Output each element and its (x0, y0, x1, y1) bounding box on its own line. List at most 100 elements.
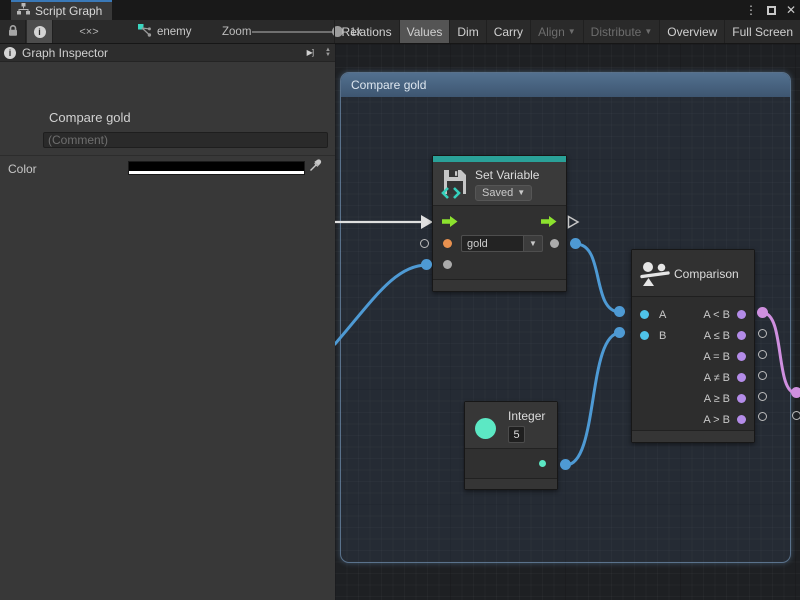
connection-dot[interactable] (757, 307, 768, 318)
output-a-eq-b-port[interactable] (737, 352, 746, 361)
value-out-port[interactable] (550, 239, 559, 248)
button-label: Distribute (591, 25, 642, 39)
color-label: Color (8, 162, 37, 176)
button-label: Overview (667, 25, 717, 39)
color-value-swatch (129, 162, 304, 171)
connection-dot[interactable] (614, 327, 625, 338)
connection-dot[interactable] (560, 459, 571, 470)
input-a-label: A (659, 309, 666, 321)
lock-icon (7, 24, 19, 40)
connection-dot[interactable] (614, 306, 625, 317)
unconnected-port-circle[interactable] (758, 371, 767, 380)
comparison-row: B A ≤ B (632, 325, 754, 346)
flow-out-port[interactable] (541, 214, 557, 232)
toolbar-button-distribute[interactable]: Distribute▼ (583, 20, 660, 43)
toolbar-button-dim[interactable]: Dim (449, 20, 485, 43)
zoom-label: Zoom (222, 20, 251, 43)
flow-out-unconnected-icon[interactable] (567, 215, 581, 229)
toolbar-button-overview[interactable]: Overview (659, 20, 724, 43)
comment-input[interactable] (43, 132, 328, 148)
output-a-ge-b-port[interactable] (737, 394, 746, 403)
button-label: Dim (457, 25, 478, 39)
connection-dot[interactable] (421, 259, 432, 270)
unconnected-port-circle[interactable] (758, 329, 767, 338)
unconnected-port-circle[interactable] (758, 350, 767, 359)
variable-scope-dropdown[interactable]: Saved ▼ (475, 185, 532, 201)
node-title: Integer (508, 409, 545, 423)
eyedropper-button[interactable] (307, 160, 323, 176)
comparison-header: Comparison (632, 250, 754, 297)
window-menu-icon[interactable]: ⋮ (745, 4, 757, 16)
output-a-le-b-port[interactable] (737, 331, 746, 340)
spin-down-icon[interactable]: ▼ (325, 53, 331, 58)
output-label: A ≤ B (704, 330, 730, 342)
chevron-down-icon: ▼ (568, 28, 576, 36)
unconnected-port-circle[interactable] (758, 412, 767, 421)
eyedropper-icon (309, 159, 322, 177)
color-field[interactable] (128, 161, 305, 175)
output-label: A = B (703, 351, 730, 363)
toolbar-button-values[interactable]: Values (399, 20, 450, 43)
flow-in-port[interactable] (442, 214, 458, 232)
integer-header: Integer 5 (465, 402, 557, 449)
group-title: Compare gold (351, 78, 426, 92)
tab-script-graph[interactable]: Script Graph (11, 0, 112, 20)
comparison-row: A A < B (632, 304, 754, 325)
toolbar-button-relations[interactable]: Relations (334, 20, 399, 43)
variable-name-dropdown[interactable]: gold ▼ (461, 235, 543, 252)
comparison-scale-icon (640, 261, 671, 292)
breadcrumb-label: enemy (157, 26, 192, 38)
close-icon[interactable]: ✕ (786, 4, 796, 16)
unconnected-port-circle[interactable] (758, 392, 767, 401)
output-a-ne-b-port[interactable] (737, 373, 746, 382)
output-label: A ≥ B (704, 393, 730, 405)
lock-button[interactable] (0, 20, 26, 43)
dock-panel-icon[interactable]: ▶] (307, 48, 313, 57)
output-a-lt-b-port[interactable] (737, 310, 746, 319)
info-icon: i (34, 26, 46, 38)
comparison-row: A ≠ B (632, 367, 754, 388)
code-icon: <×> (79, 26, 98, 38)
panel-spinner[interactable]: ▲▼ (325, 48, 331, 58)
info-icon: i (4, 47, 16, 59)
script-graph-window: Script Graph ⋮ ✕ i <×> enemy Zoom (0, 0, 800, 600)
value-in-port[interactable] (443, 260, 452, 269)
toolbar-toggle-group: Relations Values Dim Carry Align▼ Distri… (334, 20, 800, 43)
button-label: Full Screen (732, 25, 793, 39)
output-a-gt-b-port[interactable] (737, 415, 746, 424)
chevron-down-icon: ▼ (644, 28, 652, 36)
inspect-button[interactable]: i (27, 20, 53, 43)
toolbar-button-carry[interactable]: Carry (486, 20, 530, 43)
zoom-slider-track[interactable] (252, 31, 338, 33)
button-label: Values (407, 25, 443, 39)
connection-dot[interactable] (570, 238, 581, 249)
unconnected-port-circle[interactable] (792, 411, 800, 420)
graph-canvas[interactable]: Compare gold Set Variable Saved ▼ (335, 44, 800, 600)
script-graph-icon (17, 2, 30, 20)
node-set-variable[interactable]: Set Variable Saved ▼ gold ▼ (432, 155, 567, 292)
node-title: Set Variable (475, 168, 539, 182)
input-a-port[interactable] (640, 310, 649, 319)
unconnected-port-circle[interactable] (420, 239, 429, 248)
maximize-icon[interactable] (767, 6, 776, 15)
chevron-down-icon: ▼ (517, 189, 525, 197)
variable-name-value: gold (461, 235, 524, 252)
group-header[interactable]: Compare gold (341, 73, 790, 97)
node-integer[interactable]: Integer 5 (464, 401, 558, 490)
control-flow-row (433, 212, 566, 233)
toolbar-button-fullscreen[interactable]: Full Screen (724, 20, 800, 43)
input-b-port[interactable] (640, 331, 649, 340)
toolbar-button-align[interactable]: Align▼ (530, 20, 583, 43)
connection-dot[interactable] (791, 387, 800, 398)
graph-name: Compare gold (49, 110, 131, 125)
node-footer (632, 430, 754, 442)
integer-value-field[interactable]: 5 (508, 426, 525, 443)
node-footer (433, 279, 566, 291)
node-comparison[interactable]: Comparison A A < B B A ≤ B A = B A ≠ B (631, 249, 755, 443)
preview-code-button[interactable]: <×> (68, 20, 110, 43)
integer-out-port[interactable] (539, 460, 546, 467)
variable-name-row: gold ▼ (433, 233, 566, 254)
node-title: Comparison (674, 267, 739, 281)
variable-name-port[interactable] (443, 239, 452, 248)
breadcrumb[interactable]: enemy (138, 20, 192, 43)
